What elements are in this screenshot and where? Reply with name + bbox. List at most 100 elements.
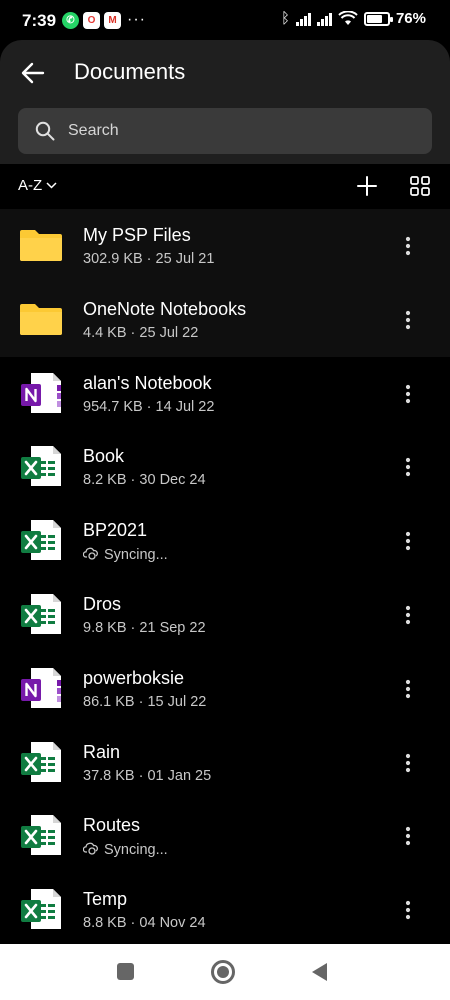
more-vertical-icon [405, 236, 411, 256]
more-vertical-icon [405, 458, 411, 477]
excel-icon [19, 740, 63, 784]
more-options-button[interactable] [396, 379, 420, 409]
file-row[interactable]: powerboksie 86.1 KB · 15 Jul 22 [0, 652, 450, 726]
file-name: Book [83, 446, 125, 467]
file-row[interactable]: Book 8.2 KB · 30 Dec 24 [0, 430, 450, 504]
file-list: My PSP Files 302.9 KB · 25 Jul 21 OneNote… [0, 209, 450, 947]
sort-label: A-Z [18, 177, 43, 194]
file-row[interactable]: BP2021 Syncing... [0, 504, 450, 578]
file-row[interactable]: Temp 8.8 KB · 04 Nov 24 [0, 873, 450, 947]
more-options-button[interactable] [396, 748, 420, 778]
search-input[interactable] [68, 122, 388, 140]
more-options-button[interactable] [396, 452, 420, 482]
system-nav-bar [0, 944, 450, 1000]
search-bar[interactable] [18, 108, 432, 154]
more-options-button[interactable] [396, 895, 420, 925]
folder-icon [19, 223, 63, 267]
file-name: Temp [83, 889, 128, 910]
chevron-down-icon [46, 182, 57, 189]
file-row[interactable]: OneNote Notebooks 4.4 KB · 25 Jul 22 [0, 282, 450, 357]
file-meta-text: 86.1 KB · 15 Jul 22 [83, 693, 207, 710]
sort-button[interactable]: A-Z [18, 177, 57, 194]
file-meta-text: 37.8 KB · 01 Jan 25 [83, 767, 212, 784]
file-row[interactable]: Rain 37.8 KB · 01 Jan 25 [0, 726, 450, 800]
battery-percent: 76% [395, 10, 426, 27]
file-row[interactable]: My PSP Files 302.9 KB · 25 Jul 21 [0, 209, 450, 283]
gmail-icon: M [104, 11, 121, 29]
more-options-button[interactable] [396, 231, 420, 261]
more-vertical-icon [405, 310, 411, 329]
more-vertical-icon [405, 384, 411, 403]
sync-status: Syncing... [82, 841, 168, 859]
opera-icon: O [83, 11, 100, 29]
file-meta: 4.4 KB · 25 Jul 22 [83, 325, 198, 341]
plus-icon [357, 176, 377, 196]
add-button[interactable] [354, 173, 380, 199]
file-meta-text: 302.9 KB · 25 Jul 21 [83, 251, 215, 267]
file-meta-text: 4.4 KB · 25 Jul 22 [83, 324, 199, 341]
more-options-button[interactable] [396, 305, 420, 335]
more-notifications-icon: ··· [127, 11, 146, 28]
file-meta-text: 8.2 KB · 30 Dec 24 [83, 472, 206, 489]
more-vertical-icon [405, 827, 411, 846]
file-meta: 9.8 KB · 21 Sep 22 [83, 620, 206, 636]
whatsapp-icon: ✆ [62, 11, 79, 29]
recent-apps-button[interactable] [117, 963, 134, 980]
home-button[interactable] [211, 960, 235, 984]
file-meta-text: Syncing... [104, 547, 168, 564]
cloud-sync-icon [82, 841, 99, 859]
excel-icon [19, 592, 63, 636]
grid-view-icon [410, 176, 430, 196]
file-row[interactable]: Dros 9.8 KB · 21 Sep 22 [0, 578, 450, 652]
file-row[interactable]: Routes Syncing... [0, 799, 450, 873]
arrow-left-icon [21, 62, 45, 84]
file-meta-text: 8.8 KB · 04 Nov 24 [83, 915, 206, 932]
file-meta: 8.8 KB · 04 Nov 24 [83, 915, 206, 931]
status-time: 7:39 [22, 11, 57, 30]
excel-icon [19, 887, 63, 931]
nav-back-button[interactable] [312, 963, 327, 981]
file-meta-text: 9.8 KB · 21 Sep 22 [83, 619, 206, 636]
file-meta: 37.8 KB · 01 Jan 25 [83, 768, 211, 784]
signal-icon [295, 12, 311, 26]
file-name: powerboksie [83, 667, 185, 688]
bluetooth-icon: ᛒ [280, 10, 290, 27]
more-options-button[interactable] [396, 526, 420, 556]
app-header: Documents [0, 40, 450, 164]
onenote-icon [19, 371, 63, 415]
file-name: OneNote Notebooks [83, 298, 247, 319]
excel-icon [19, 813, 63, 857]
file-name: BP2021 [83, 520, 148, 541]
more-vertical-icon [405, 901, 411, 920]
more-options-button[interactable] [396, 674, 420, 704]
more-vertical-icon [405, 753, 411, 772]
file-meta: 302.9 KB · 25 Jul 21 [83, 251, 214, 267]
notification-icons: ✆ O M ··· [62, 11, 146, 29]
back-button[interactable] [16, 56, 50, 90]
folder-icon [19, 297, 63, 341]
file-name: Dros [83, 593, 122, 614]
system-icons: ᛒ 76% [281, 10, 426, 27]
search-icon [34, 120, 56, 142]
battery-level [366, 14, 383, 23]
file-meta-text: 954.7 KB · 14 Jul 22 [83, 398, 215, 415]
grid-view-button[interactable] [408, 174, 432, 198]
onenote-icon [19, 666, 63, 710]
cloud-sync-icon [82, 546, 99, 564]
battery-icon [363, 11, 393, 26]
wifi-icon [338, 11, 358, 25]
file-meta: 86.1 KB · 15 Jul 22 [83, 694, 206, 710]
sync-status: Syncing... [82, 546, 168, 564]
excel-icon [19, 518, 63, 562]
more-options-button[interactable] [396, 821, 420, 851]
page-title: Documents [74, 59, 186, 84]
more-vertical-icon [405, 679, 411, 698]
status-bar: 7:39 ✆ O M ··· ᛒ 76% [0, 0, 450, 40]
file-meta: 8.2 KB · 30 Dec 24 [83, 472, 206, 488]
excel-icon [19, 444, 63, 488]
more-options-button[interactable] [396, 600, 420, 630]
more-vertical-icon [405, 605, 411, 625]
file-meta: 954.7 KB · 14 Jul 22 [83, 399, 214, 415]
file-name: alan's Notebook [83, 372, 212, 393]
file-row[interactable]: alan's Notebook 954.7 KB · 14 Jul 22 [0, 357, 450, 431]
